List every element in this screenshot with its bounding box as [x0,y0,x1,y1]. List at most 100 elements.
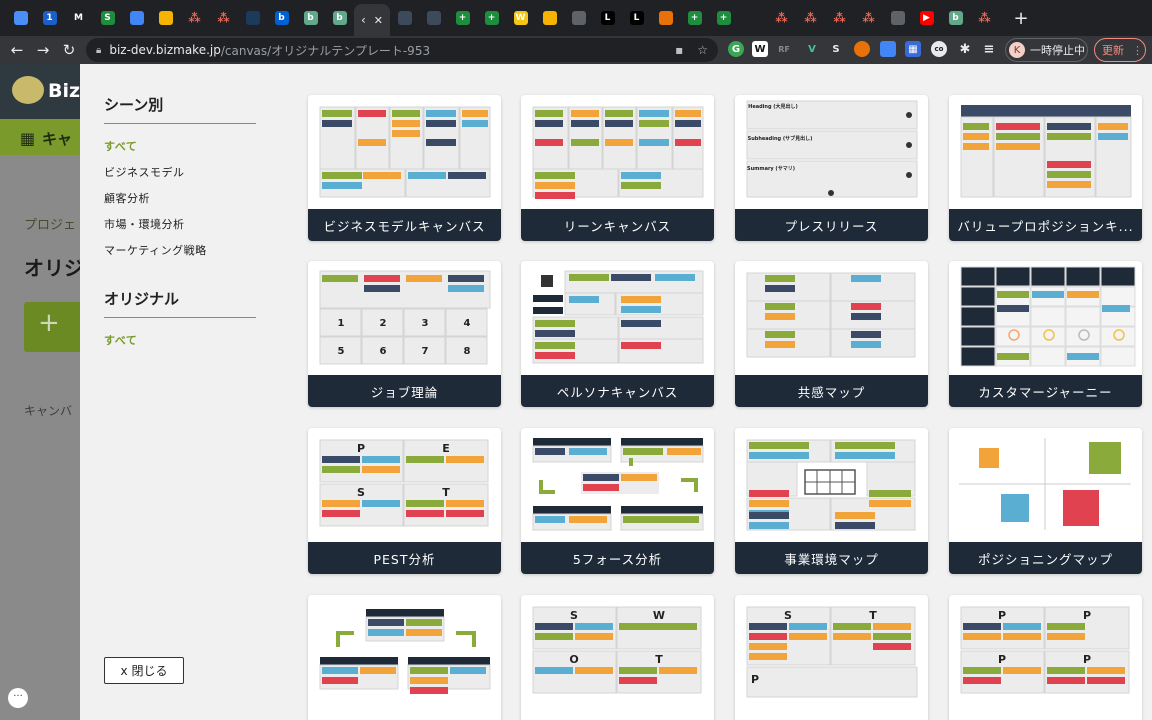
browser-tab[interactable] [535,4,564,32]
thumb-bar [749,442,809,449]
address-bar[interactable]: 🔒︎ biz-dev.bizmake.jp/canvas/オリジナルテンプレート… [86,38,718,62]
thumb-label: P [1083,653,1091,666]
thumb-bar [619,677,657,684]
thumb-bar [851,331,881,338]
browser-tab[interactable] [238,4,267,32]
browser-tab[interactable]: + [709,4,738,32]
thumb-bar [583,474,619,481]
extension-loom-icon[interactable]: co [931,41,947,57]
extension-rf-icon[interactable]: RF [776,41,792,57]
template-card-swot[interactable]: S W O T [521,595,714,720]
browser-tab[interactable]: + [448,4,477,32]
browser-tab[interactable]: ⁂ [767,4,796,32]
template-card-vpc[interactable]: バリュープロポジションキ... [949,95,1142,241]
thumb-bar [749,452,809,459]
bizmake-logo[interactable]: Biz [0,64,80,119]
thumb-bar [623,448,663,455]
profile-paused-button[interactable]: K 一時停止中 [1005,38,1088,62]
browser-tab[interactable]: ⁂ [825,4,854,32]
browser-tab[interactable] [883,4,912,32]
update-button[interactable]: 更新 ⋮ [1094,38,1146,62]
canvas-nav-tab[interactable]: ▦ キャ [0,119,80,155]
template-card-flow[interactable] [308,595,501,720]
forward-arrow-icon[interactable]: → [30,41,56,59]
browser-tab[interactable]: b [267,4,296,32]
extension-orange-icon[interactable] [854,41,870,57]
template-card-bmc[interactable]: ビジネスモデルキャンバス [308,95,501,241]
template-card-positioning[interactable]: ポジショニングマップ [949,428,1142,574]
browser-tab[interactable] [122,4,151,32]
template-card-persona[interactable]: ペルソナキャンバス [521,261,714,407]
thumb-bar [322,182,362,189]
template-card-empathy[interactable]: 共感マップ [735,261,928,407]
browser-tab[interactable] [390,4,419,32]
close-tab-icon[interactable]: ✕ [374,14,383,27]
camera-icon[interactable]: ▪ [675,43,683,57]
lock-icon[interactable]: 🔒︎ [96,45,101,56]
browser-tab[interactable]: ⁂ [796,4,825,32]
extension-v-icon[interactable]: V [804,41,820,57]
browser-tab[interactable]: ▶ [912,4,941,32]
browser-tab[interactable]: 1 [35,4,64,32]
original-filter-item[interactable]: すべて [104,332,256,348]
browser-tab[interactable]: S [93,4,122,32]
template-card-fiveforce[interactable]: 5フォース分析 [521,428,714,574]
new-tab-button[interactable]: + [1009,8,1033,29]
browser-tab[interactable]: ⁂ [209,4,238,32]
extension-grid-icon[interactable]: ▦ [905,41,921,57]
browser-tab[interactable]: ⁂ [180,4,209,32]
thumb-label: E [442,442,450,455]
thumb-bar [1003,667,1041,674]
browser-tab[interactable] [6,4,35,32]
browser-tab[interactable]: b [296,4,325,32]
browser-tab[interactable]: W [506,4,535,32]
browser-tab[interactable] [419,4,448,32]
browser-tab[interactable]: L [593,4,622,32]
template-card-press[interactable]: Heading (大見出し) Subheading (サブ見出し) Summary … [735,95,928,241]
template-card-job[interactable]: 1 2 3 4 5 6 7 8 ジョブ理論 [308,261,501,407]
browser-tab[interactable]: ⁂ [854,4,883,32]
thumb-dot [906,172,912,178]
thumb-bar [963,633,1001,640]
chat-bubble-icon[interactable]: ··· [8,688,28,708]
scene-filter-item[interactable]: 顧客分析 [104,190,256,206]
browser-tab[interactable]: ⁂ [970,4,999,32]
template-card-envmap[interactable]: 事業環境マップ [735,428,928,574]
extension-blue-icon[interactable] [880,41,896,57]
bookmark-star-icon[interactable]: ☆ [697,43,708,57]
template-card-journey[interactable]: カスタマージャーニー [949,261,1142,407]
close-button[interactable]: x 閉じる [104,657,184,684]
browser-tab[interactable] [151,4,180,32]
browser-tab[interactable]: + [680,4,709,32]
template-thumbnail-art [959,438,1131,530]
extension-w-icon[interactable]: W [752,41,768,57]
template-card-pest[interactable]: P E S T PEST分析 [308,428,501,574]
browser-tab[interactable]: L [622,4,651,32]
browser-tab[interactable] [651,4,680,32]
browser-tab[interactable]: M [64,4,93,32]
browser-tab[interactable]: b [325,4,354,32]
scene-filter-item[interactable]: マーケティング戦略 [104,242,256,258]
browser-tab[interactable] [564,4,593,32]
puzzle-extensions-icon[interactable]: ✱ [957,41,973,57]
original-heading: オリジナル [104,288,256,318]
browser-tab[interactable]: + [477,4,506,32]
template-card-fourp[interactable]: P P P P [949,595,1142,720]
template-thumbnail: P E S T [308,428,501,542]
browser-tab[interactable]: b [941,4,970,32]
reload-icon[interactable]: ↻ [56,41,82,59]
scene-filter-item[interactable]: すべて [104,138,256,154]
back-arrow-icon[interactable]: ← [4,41,30,59]
active-tab[interactable]: ‹ ✕ [354,4,390,36]
reading-list-icon[interactable]: ≡ [981,41,997,57]
add-canvas-button[interactable]: + [24,302,82,352]
template-card-lean[interactable]: リーンキャンバス [521,95,714,241]
extension-s-icon[interactable]: S [828,41,844,57]
scene-filter-item[interactable]: ビジネスモデル [104,164,256,180]
template-card-stp[interactable]: S T P [735,595,928,720]
canvas-nav-label: キャ [42,130,73,148]
scene-filter-item[interactable]: 市場・環境分析 [104,216,256,232]
menu-kebab-icon: ⋮ [1132,43,1143,57]
extension-grammarly-icon[interactable]: G [728,41,744,57]
browser-tab[interactable] [738,4,767,32]
